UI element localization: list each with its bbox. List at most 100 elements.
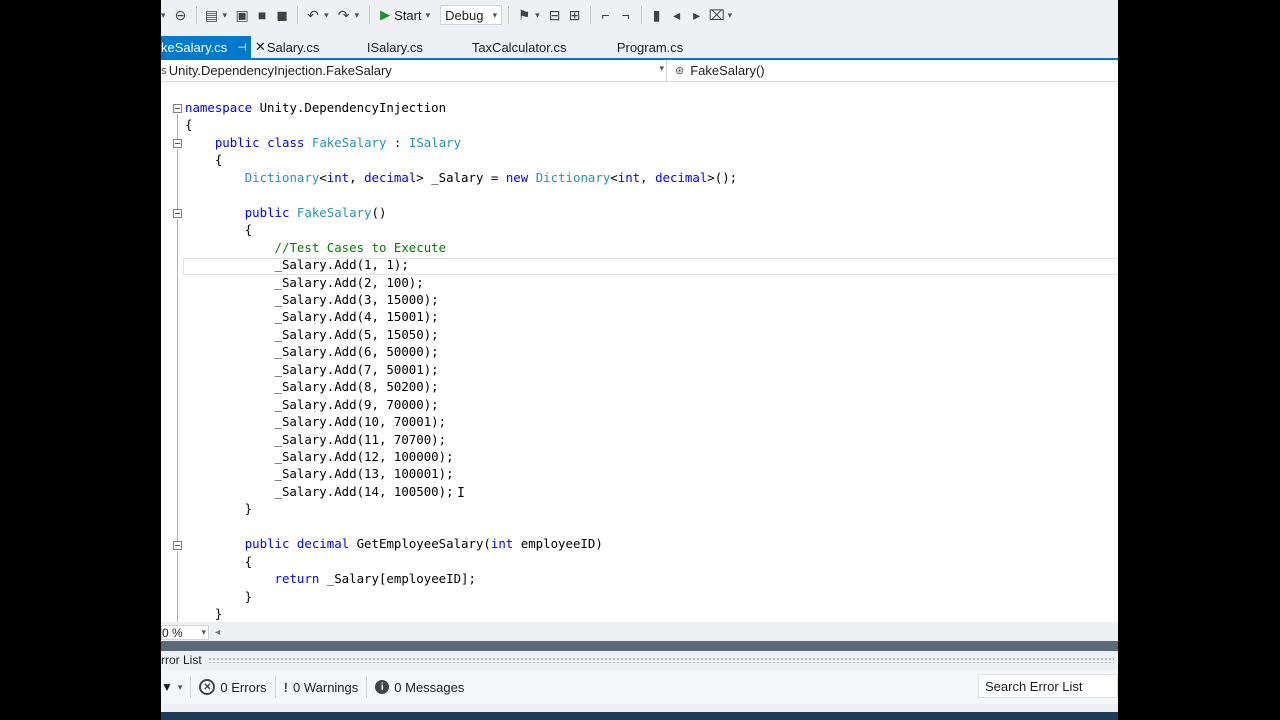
code-line: _Salary.Add(11, 70700); [185, 431, 447, 447]
filter-icon: ▼ [161, 680, 173, 694]
toolbar-separator [195, 6, 197, 24]
outline-guide [177, 149, 178, 209]
text-cursor-icon: I [457, 486, 465, 501]
code-line: return _Salary[employeeID]; [274, 571, 476, 587]
code-line: { [185, 152, 223, 168]
member-name: FakeSalary() [690, 63, 765, 78]
start-debugging-button[interactable]: ▶ Start ▾ [376, 7, 438, 23]
play-icon: ▶ [380, 7, 391, 22]
panel-grip[interactable] [207, 657, 1114, 663]
start-label: Start [394, 7, 422, 23]
collapse-constructor-icon[interactable] [173, 209, 182, 218]
toolbar-separator [297, 6, 299, 24]
close-icon[interactable]: ✕ [251, 36, 267, 58]
class-icon: ꜱ [161, 65, 167, 77]
collapse-class-icon[interactable] [173, 139, 182, 148]
find-in-files-icon[interactable]: ⚑ [515, 6, 533, 24]
code-editor[interactable]: namespace Unity.DependencyInjection { pub… [161, 82, 1118, 622]
navigate-forward-icon[interactable]: ⊖ [172, 6, 190, 24]
code-line: //Test Cases to Execute [274, 239, 447, 255]
outline-guide [177, 515, 178, 541]
pin-icon[interactable]: ⊣ [237, 41, 247, 54]
code-line: } [185, 501, 253, 517]
code-line: _Salary.Add(3, 15000); [185, 291, 439, 307]
undo-icon[interactable]: ↶ [304, 6, 322, 24]
configuration-value: Debug [445, 7, 484, 23]
member-dropdown[interactable]: ⊛ FakeSalary() [669, 60, 765, 81]
tab-program[interactable]: Program.cs [617, 36, 727, 58]
previous-bookmark-icon[interactable]: ◂ [668, 6, 686, 24]
type-dropdown[interactable]: ꜱ Unity.DependencyInjection.FakeSalary ▾ [161, 60, 667, 81]
bookmark-icon[interactable]: ▮ [648, 6, 666, 24]
scroll-left-icon[interactable]: ◂ [215, 627, 220, 638]
code-line: _Salary.Add(13, 100001); [185, 466, 454, 482]
new-project-dropdown-icon[interactable]: ▾ [223, 10, 228, 21]
search-placeholder: Search Error List [985, 678, 1083, 694]
new-project-icon[interactable]: ▤ [203, 6, 221, 24]
toolbar-overflow-icon[interactable]: ▾ [728, 10, 733, 21]
messages-toggle[interactable]: i 0 Messages [367, 676, 472, 698]
back-dropdown-icon[interactable]: ▾ [161, 10, 166, 21]
solution-configuration-select[interactable]: Debug ▾ [440, 5, 503, 25]
warning-icon: ! [283, 679, 288, 695]
align-icon[interactable]: ⊟ [546, 6, 564, 24]
info-icon: i [375, 680, 390, 694]
status-bar [161, 712, 1118, 720]
code-line: } [185, 606, 223, 622]
undo-dropdown-icon[interactable]: ▾ [324, 10, 329, 21]
code-line: public FakeSalary() [244, 204, 387, 220]
search-error-list-input[interactable]: Search Error List [978, 674, 1118, 698]
outline-guide [177, 551, 178, 622]
panel-splitter[interactable] [161, 641, 1118, 651]
zoom-level-select[interactable]: 0 % ▾ [161, 625, 209, 640]
zoom-value: 0 % [162, 625, 183, 640]
code-line: _Salary.Add(8, 50200); [185, 379, 439, 395]
errors-toggle[interactable]: ✕ 0 Errors [191, 676, 276, 698]
code-line: _Salary.Add(10, 70001); [185, 414, 447, 430]
clear-bookmarks-icon[interactable]: ⌧ [708, 6, 726, 24]
tab-label: Program.cs [616, 39, 684, 55]
save-icon[interactable]: ■ [253, 6, 271, 24]
chevron-down-icon: ▾ [492, 9, 498, 20]
tab-taxcalculator[interactable]: TaxCalculator.cs [472, 36, 617, 58]
visual-studio-window: ▾ ⊖ ▤ ▾ ▣ ■ ◼ ↶ ▾ ↷ ▾ ▶ Start ▾ Debug ▾ … [161, 0, 1118, 720]
find-dropdown-icon[interactable]: ▾ [535, 10, 540, 21]
chevron-down-icon: ▾ [177, 681, 183, 692]
warnings-toggle[interactable]: ! 0 Warnings [276, 676, 368, 698]
collapse-method-icon[interactable] [173, 541, 182, 550]
uncomment-icon[interactable]: ¬ [617, 6, 635, 24]
outline-guide [177, 114, 178, 139]
error-icon: ✕ [199, 679, 216, 695]
code-line: } [185, 588, 253, 604]
tab-fakesalary[interactable]: keSalary.cs ⊣ [161, 36, 251, 58]
scope-filter-button[interactable]: ▼ ▾ [161, 676, 192, 698]
save-all-icon[interactable]: ◼ [273, 6, 291, 24]
main-toolbar: ▾ ⊖ ▤ ▾ ▣ ■ ◼ ↶ ▾ ↷ ▾ ▶ Start ▾ Debug ▾ … [161, 0, 1118, 30]
open-file-icon[interactable]: ▣ [233, 6, 251, 24]
code-line: _Salary.Add(5, 15050); [185, 326, 439, 342]
code-line: Dictionary<int, decimal> _Salary = new D… [244, 169, 738, 185]
redo-dropdown-icon[interactable]: ▾ [355, 10, 360, 21]
type-path: Unity.DependencyInjection.FakeSalary [168, 63, 392, 78]
errors-count: 0 Errors [220, 679, 267, 695]
format-icon[interactable]: ⊞ [566, 6, 584, 24]
code-line: _Salary.Add(7, 50001); [185, 361, 439, 377]
code-line: { [185, 117, 193, 133]
collapse-namespace-icon[interactable] [173, 104, 182, 113]
tab-isalary[interactable]: ISalary.cs [367, 36, 472, 58]
comment-icon[interactable]: ⌐ [597, 6, 615, 24]
error-list-title: rror List [161, 653, 202, 667]
code-line: { [185, 222, 253, 238]
tab-label: TaxCalculator.cs [471, 39, 567, 55]
code-line: public class FakeSalary : ISalary [214, 134, 462, 150]
editor-zoom-bar: 0 % ▾ ◂ [161, 624, 1118, 641]
next-bookmark-icon[interactable]: ▸ [688, 6, 706, 24]
tab-salary[interactable]: Salary.cs [267, 36, 367, 58]
redo-icon[interactable]: ↷ [335, 6, 353, 24]
messages-count: 0 Messages [394, 679, 465, 695]
code-line: _Salary.Add(6, 50000); [185, 344, 439, 360]
code-line: _Salary.Add(9, 70000); [185, 396, 439, 412]
method-icon: ⊛ [675, 65, 685, 77]
outline-guide [177, 219, 178, 515]
code-line: _Salary.Add(14, 100500); [185, 483, 454, 499]
